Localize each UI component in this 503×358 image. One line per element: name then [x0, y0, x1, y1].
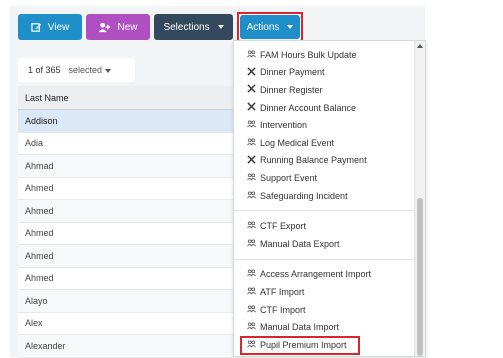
selected-label: selected [68, 65, 103, 75]
selections-button-label: Selections [163, 21, 210, 33]
table-row[interactable]: Ahmed [18, 200, 233, 223]
people-icon [246, 138, 256, 148]
menu-item[interactable]: ATF Import [234, 283, 415, 301]
actions-button-highlight: Actions [237, 12, 303, 42]
table-row[interactable]: Ahmed [18, 177, 233, 200]
menu-item[interactable]: Pupil Premium Import [240, 335, 360, 355]
cell-last-name: Alex [25, 318, 43, 329]
cell-last-name: Alayo [25, 295, 48, 306]
menu-item-label: Dinner Payment [260, 67, 325, 78]
menu-item-label: Access Arrangement Import [260, 269, 372, 280]
table-row[interactable]: Ahmed [18, 267, 233, 290]
student-table: Last Name Addison Adia Ahmad Ahmed Ahmed… [18, 86, 233, 358]
add-user-icon [98, 22, 111, 33]
menu-item-label: CTF Export [260, 221, 307, 232]
table-row[interactable]: Alexander [18, 335, 233, 358]
cell-last-name: Ahmed [25, 273, 54, 284]
menu-item[interactable]: Dinner Payment [234, 64, 415, 82]
menu-item[interactable]: CTF Export [234, 217, 415, 235]
menu-item[interactable]: Manual Data Import [234, 318, 415, 336]
people-icon [246, 120, 256, 130]
menu-item-label: FAM Hours Bulk Update [260, 49, 357, 60]
menu-item[interactable]: Dinner Register [234, 81, 415, 99]
people-icon [246, 340, 256, 350]
toolbar: View New Selections Actions [18, 12, 303, 42]
fork-knife-icon [246, 84, 256, 95]
edit-icon [31, 22, 42, 33]
people-icon [246, 191, 256, 201]
table-row[interactable]: Alex [18, 312, 233, 335]
scroll-thumb[interactable] [417, 198, 423, 356]
actions-menu-list: FAM Hours Bulk Update Dinner Payment Dinne… [234, 41, 415, 355]
menu-item[interactable]: Manual Data Export [234, 235, 415, 253]
cell-last-name: Addison [25, 115, 58, 126]
fork-knife-icon [246, 67, 256, 78]
column-header-label: Last Name [25, 92, 69, 103]
actions-button[interactable]: Actions [240, 15, 300, 39]
people-icon [246, 239, 256, 249]
table-row[interactable]: Addison [18, 110, 233, 133]
menu-item-label: Manual Data Export [260, 238, 340, 249]
people-icon [246, 50, 256, 60]
actions-dropdown-menu: FAM Hours Bulk Update Dinner Payment Dinne… [233, 40, 426, 357]
menu-item-label: Manual Data Import [260, 322, 340, 333]
caret-down-icon [217, 25, 224, 29]
actions-button-label: Actions [246, 21, 280, 33]
cell-last-name: Alexander [25, 340, 66, 351]
table-row[interactable]: Ahmed [18, 222, 233, 245]
menu-divider [234, 210, 415, 212]
fork-knife-icon [246, 155, 256, 166]
people-icon [246, 269, 256, 279]
selected-dropdown[interactable]: selected [69, 65, 112, 75]
cell-last-name: Adia [25, 138, 44, 149]
cell-last-name: Ahmed [25, 205, 54, 216]
people-icon [246, 305, 256, 315]
people-icon [246, 322, 256, 332]
menu-item-label: Log Medical Event [260, 137, 335, 148]
people-icon [246, 221, 256, 231]
caret-down-icon [105, 68, 112, 73]
new-button-label: New [117, 21, 138, 33]
people-icon [246, 287, 256, 297]
menu-item[interactable]: CTF Import [234, 301, 415, 319]
menu-item-label: Safeguarding Incident [260, 190, 348, 201]
menu-item-label: Support Event [260, 172, 318, 183]
table-row[interactable]: Adia [18, 132, 233, 155]
cell-last-name: Ahmed [25, 250, 54, 261]
table-row[interactable]: Alayo [18, 290, 233, 313]
record-count: 1 of 365 [28, 65, 61, 75]
cell-last-name: Ahmed [25, 183, 54, 194]
column-header-last-name[interactable]: Last Name [18, 86, 233, 110]
menu-item-label: Pupil Premium Import [260, 340, 347, 351]
selection-counter[interactable]: 1 of 365 selected [18, 58, 135, 82]
menu-divider [234, 258, 415, 260]
menu-item[interactable]: Safeguarding Incident [234, 187, 415, 205]
cell-last-name: Ahmed [25, 228, 54, 239]
menu-item[interactable]: Dinner Account Balance [234, 99, 415, 117]
menu-item[interactable]: Access Arrangement Import [234, 266, 415, 284]
cell-last-name: Ahmad [25, 160, 54, 171]
menu-item-label: Running Balance Payment [260, 155, 367, 166]
caret-down-icon [287, 25, 294, 29]
view-button[interactable]: View [18, 14, 82, 40]
menu-item[interactable]: Running Balance Payment [234, 152, 415, 170]
selections-button[interactable]: Selections [154, 14, 233, 40]
new-button[interactable]: New [86, 14, 150, 40]
menu-item-label: Dinner Account Balance [260, 102, 357, 113]
view-button-label: View [47, 21, 70, 33]
table-row[interactable]: Ahmad [18, 155, 233, 178]
menu-item-label: Intervention [260, 120, 308, 131]
menu-item[interactable]: Support Event [234, 169, 415, 187]
scroll-up-arrow-icon[interactable] [417, 44, 423, 48]
menu-item-label: CTF Import [260, 304, 306, 315]
menu-item[interactable]: Log Medical Event [234, 134, 415, 152]
menu-item[interactable]: FAM Hours Bulk Update [234, 46, 415, 64]
fork-knife-icon [246, 102, 256, 113]
menu-item-label: ATF Import [260, 286, 305, 297]
table-row[interactable]: Ahmed [18, 245, 233, 268]
people-icon [246, 173, 256, 183]
menu-item-label: Dinner Register [260, 84, 323, 95]
menu-item[interactable]: Intervention [234, 116, 415, 134]
menu-scrollbar[interactable] [414, 41, 425, 356]
